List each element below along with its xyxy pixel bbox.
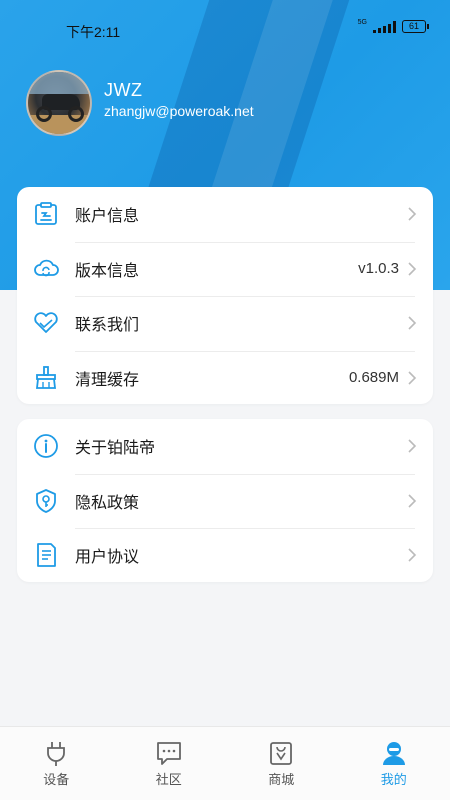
tab-shop[interactable]: 商城: [225, 727, 338, 800]
chevron-right-icon: [408, 548, 417, 562]
info-icon: [34, 434, 58, 459]
chevron-right-icon: [408, 371, 417, 385]
status-time: 下午2:11: [66, 24, 121, 40]
account-icon: [35, 202, 57, 226]
menu-item-contact-us[interactable]: 联系我们: [17, 296, 433, 351]
cloud-sync-icon: [34, 259, 59, 277]
status-bar: 下午2:11 5G 61: [0, 0, 450, 60]
user-email: zhangjw@poweroak.net: [104, 103, 254, 119]
tab-device[interactable]: 设备: [0, 727, 113, 800]
plug-icon: [47, 742, 66, 766]
chevron-right-icon: [408, 494, 417, 508]
cache-size-value: 0.689M: [348, 369, 399, 387]
tab-community[interactable]: 社区: [113, 727, 226, 800]
network-label: 5G: [357, 19, 367, 26]
settings-card-about: 关于铂陆帝 隐私政策 用户协议: [17, 419, 433, 582]
menu-item-account-info[interactable]: 账户信息: [17, 187, 433, 242]
menu-item-label: 用户协议: [75, 549, 140, 567]
shopping-bag-icon: [270, 742, 293, 765]
version-value: v1.0.3: [358, 260, 399, 278]
chevron-right-icon: [408, 262, 417, 276]
menu-item-label: 版本信息: [75, 262, 140, 280]
menu-item-label: 账户信息: [75, 208, 140, 226]
document-icon: [37, 543, 56, 568]
bottom-tab-bar: 设备 社区 商城 我的: [0, 726, 450, 800]
signal-icon: [373, 20, 396, 33]
chat-icon: [156, 742, 181, 765]
broom-icon: [35, 365, 57, 389]
tab-label: 我的: [380, 772, 407, 787]
user-name: JWZ: [104, 80, 143, 100]
menu-item-label: 联系我们: [75, 317, 140, 335]
chevron-right-icon: [408, 439, 417, 453]
user-icon: [382, 742, 405, 765]
menu-item-label: 关于铂陆帝: [75, 440, 156, 458]
chevron-right-icon: [408, 207, 417, 221]
settings-card-account: 账户信息 版本信息 v1.0.3 联系我们 清理缓存 0.689M: [17, 187, 433, 404]
menu-item-user-agreement[interactable]: 用户协议: [17, 528, 433, 583]
battery-level: 61: [408, 21, 419, 31]
menu-item-about[interactable]: 关于铂陆帝: [17, 419, 433, 474]
menu-item-version-info[interactable]: 版本信息 v1.0.3: [17, 241, 433, 297]
tab-mine[interactable]: 我的: [338, 727, 450, 800]
chevron-right-icon: [408, 316, 417, 330]
menu-item-clear-cache[interactable]: 清理缓存 0.689M: [17, 350, 433, 406]
tab-label: 社区: [155, 772, 182, 787]
shield-key-icon: [36, 488, 56, 513]
tab-label: 商城: [268, 772, 295, 787]
handshake-heart-icon: [34, 312, 58, 334]
battery-icon: 61: [402, 20, 429, 33]
menu-item-label: 隐私政策: [75, 494, 140, 512]
tab-label: 设备: [43, 772, 70, 787]
menu-item-label: 清理缓存: [75, 371, 140, 389]
status-icons: 5G 61: [357, 19, 429, 33]
menu-item-privacy-policy[interactable]: 隐私政策: [17, 473, 433, 529]
avatar[interactable]: [26, 70, 92, 136]
